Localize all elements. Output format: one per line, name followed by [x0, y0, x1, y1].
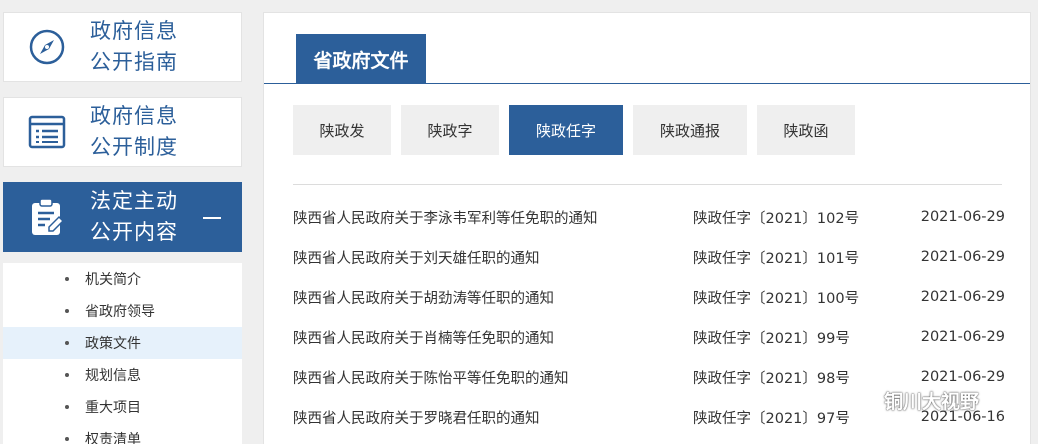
document-title-link[interactable]: 陕西省人民政府关于李泳韦军利等任免职的通知 [293, 207, 693, 228]
clipboard-edit-icon [4, 197, 90, 237]
sidebar-subnav: 机关简介 省政府领导 政策文件 规划信息 重大项目 权责清单 [3, 263, 242, 444]
filter-tabs: 陕政发 陕政字 陕政任字 陕政通报 陕政函 [293, 105, 855, 155]
subnav-item-policy-docs[interactable]: 政策文件 [3, 327, 242, 359]
main-header: 省政府文件 [264, 13, 1030, 84]
collapse-icon[interactable] [203, 217, 221, 219]
main-panel: 省政府文件 陕政发 陕政字 陕政任字 陕政通报 陕政函 陕西省人民政府关于李泳韦… [263, 12, 1031, 444]
filter-shaanzheng-fa[interactable]: 陕政发 [293, 105, 391, 155]
sidebar-card-rules[interactable]: 政府信息 公开制度 [3, 97, 242, 167]
filter-shaanzheng-han[interactable]: 陕政函 [757, 105, 855, 155]
bullet-icon [65, 405, 69, 409]
wechat-icon [849, 389, 875, 410]
subnav-item-agency-intro[interactable]: 机关简介 [3, 263, 242, 295]
sidebar-card-title: 法定主动 公开内容 [90, 189, 178, 244]
sidebar-card-title: 政府信息 公开制度 [90, 104, 178, 159]
filter-shaanzheng-zi[interactable]: 陕政字 [401, 105, 499, 155]
compass-icon [4, 28, 90, 66]
document-number: 陕政任字〔2021〕100号 [693, 290, 860, 307]
document-date: 2021-06-29 [920, 369, 1005, 385]
sidebar-card-mandatory[interactable]: 法定主动 公开内容 [3, 182, 242, 252]
bullet-icon [65, 309, 69, 313]
subnav-item-planning[interactable]: 规划信息 [3, 359, 242, 391]
document-date: 2021-06-29 [920, 329, 1005, 345]
document-date: 2021-06-29 [920, 249, 1005, 265]
filter-shaanzheng-renzi[interactable]: 陕政任字 [509, 105, 623, 155]
document-number: 陕政任字〔2021〕102号 [693, 210, 860, 227]
list-item: 陕西省人民政府关于肖楠等任免职的通知 陕政任字〔2021〕99号 2021-06… [293, 317, 1005, 357]
bullet-icon [65, 437, 69, 441]
bullet-icon [65, 341, 69, 345]
tab-provincial-docs[interactable]: 省政府文件 [296, 34, 426, 84]
filter-shaanzheng-tongbao[interactable]: 陕政通报 [633, 105, 747, 155]
bullet-icon [65, 277, 69, 281]
list-item: 陕西省人民政府关于李泳韦军利等任免职的通知 陕政任字〔2021〕102号 202… [293, 197, 1005, 237]
list-item: 陕西省人民政府关于刘天雄任职的通知 陕政任字〔2021〕101号 2021-06… [293, 237, 1005, 277]
watermark-text: 铜川大视野 [884, 390, 980, 413]
document-title-link[interactable]: 陕西省人民政府关于胡劲涛等任职的通知 [293, 287, 693, 308]
document-date: 2021-06-29 [920, 209, 1005, 225]
list-item: 陕西省人民政府关于胡劲涛等任职的通知 陕政任字〔2021〕100号 2021-0… [293, 277, 1005, 317]
subnav-item-responsibility-list[interactable]: 权责清单 [3, 423, 242, 444]
document-number: 陕政任字〔2021〕99号 [693, 330, 850, 347]
sidebar-card-title: 政府信息 公开指南 [90, 19, 178, 74]
document-number: 陕政任字〔2021〕101号 [693, 250, 860, 267]
bullet-icon [65, 373, 69, 377]
document-title-link[interactable]: 陕西省人民政府关于刘天雄任职的通知 [293, 247, 693, 268]
document-title-link[interactable]: 陕西省人民政府关于肖楠等任免职的通知 [293, 327, 693, 348]
divider [293, 184, 1002, 185]
list-window-icon [4, 115, 90, 149]
document-date: 2021-06-29 [920, 289, 1005, 305]
subnav-item-major-projects[interactable]: 重大项目 [3, 391, 242, 423]
watermark: 铜川大视野 [848, 385, 979, 415]
document-title-link[interactable]: 陕西省人民政府关于罗晓君任职的通知 [293, 407, 693, 428]
sidebar-card-guide[interactable]: 政府信息 公开指南 [3, 12, 242, 82]
document-title-link[interactable]: 陕西省人民政府关于陈怡平等任免职的通知 [293, 367, 693, 388]
subnav-item-leaders[interactable]: 省政府领导 [3, 295, 242, 327]
